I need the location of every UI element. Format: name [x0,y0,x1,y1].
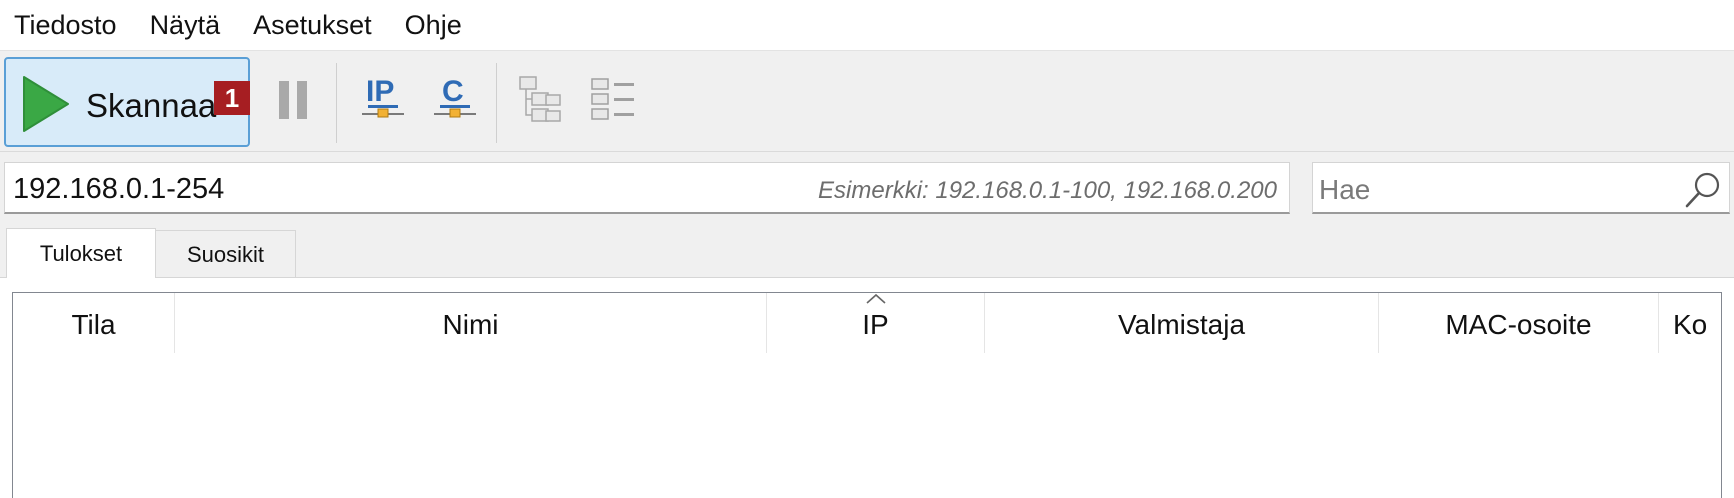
sort-ascending-icon [865,293,886,304]
ip-icon[interactable]: IP [360,71,408,127]
menu-view[interactable]: Näytä [150,10,221,41]
details-view-icon[interactable] [590,77,638,123]
scan-button-label: Skannaa [86,87,217,124]
table-header: Tila Nimi IP Valmistaja MAC-osoite Ko [13,293,1721,353]
play-icon [23,76,69,132]
column-header-ip-label: IP [862,309,889,340]
toolbar: Skannaa 1 IP C [0,50,1734,152]
address-row: 192.168.0.1-254 Esimerkki: 192.168.0.1-1… [0,152,1734,224]
menu-file[interactable]: Tiedosto [14,10,117,41]
column-header-status[interactable]: Tila [13,293,175,353]
search-icon[interactable] [1683,171,1723,209]
column-header-manufacturer[interactable]: Valmistaja [985,293,1379,353]
search-input[interactable]: Hae [1312,162,1730,214]
ip-range-value: 192.168.0.1-254 [13,173,225,205]
step-badge: 1 [214,81,250,115]
toolbar-separator [336,63,337,143]
search-placeholder: Hae [1319,174,1371,205]
tree-view-icon[interactable] [518,75,564,127]
menu-settings[interactable]: Asetukset [253,10,372,41]
results-table[interactable]: Tila Nimi IP Valmistaja MAC-osoite Ko [12,292,1722,498]
column-header-ip[interactable]: IP [767,293,985,353]
column-header-comments[interactable]: Ko [1659,293,1721,353]
ip-icon-text: IP [366,75,394,108]
menu-help[interactable]: Ohje [405,10,462,41]
c-icon[interactable]: C [432,71,480,127]
ip-range-hint: Esimerkki: 192.168.0.1-100, 192.168.0.20… [818,177,1277,204]
column-header-mac[interactable]: MAC-osoite [1379,293,1659,353]
results-section: Tulokset Suosikit Tila Nimi IP Valmistaj… [0,224,1734,498]
column-header-name[interactable]: Nimi [175,293,767,353]
tab-results[interactable]: Tulokset [6,228,156,278]
pause-icon[interactable] [276,79,310,121]
toolbar-separator [496,63,497,143]
ip-range-input[interactable]: 192.168.0.1-254 Esimerkki: 192.168.0.1-1… [4,162,1290,214]
menu-bar: Tiedosto Näytä Asetukset Ohje [0,0,1734,50]
tab-favorites[interactable]: Suosikit [156,230,296,278]
results-pane: Tila Nimi IP Valmistaja MAC-osoite Ko [0,277,1734,498]
c-icon-text: C [442,75,464,108]
